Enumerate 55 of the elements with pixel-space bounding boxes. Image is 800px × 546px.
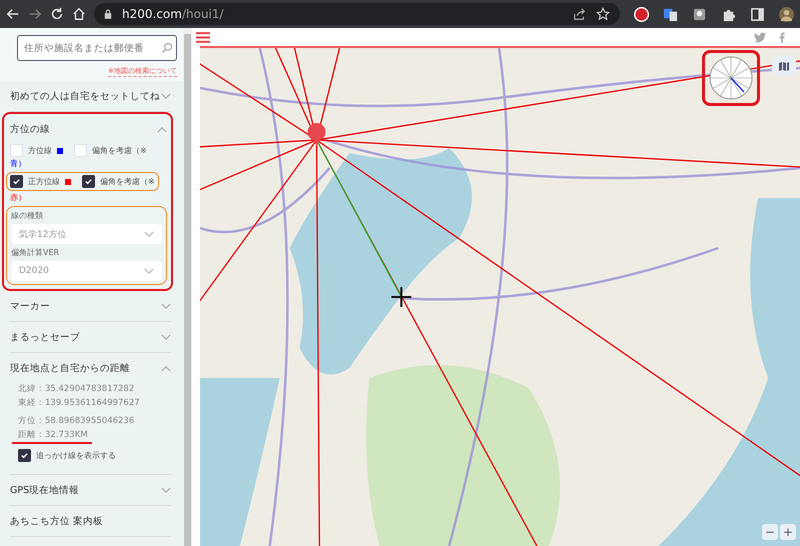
checkbox-label: 正方位線: [28, 176, 60, 187]
checkbox-label: 偏角を考慮（※: [92, 145, 147, 156]
checkbox-label: 追っかけ線を表示する: [36, 450, 116, 461]
checkbox-label: 偏角を考慮（※: [100, 176, 155, 187]
layers-button[interactable]: [772, 56, 796, 76]
note-text: 赤）: [10, 192, 27, 203]
url-text: h200.com/houi1/: [122, 7, 224, 21]
section-header[interactable]: 現在地点と自宅からの距離: [10, 353, 171, 383]
chevron-icon: [161, 92, 171, 100]
check-icon: [20, 451, 29, 460]
select-label: 偏角計算VER: [11, 247, 60, 258]
check-icon: [12, 177, 21, 186]
check-icon: [84, 177, 93, 186]
section-header[interactable]: 方位の線: [10, 114, 167, 144]
back-icon[interactable]: [6, 7, 20, 21]
side-panel-icon[interactable]: [750, 6, 765, 22]
address-bar[interactable]: h200.com/houi1/: [94, 3, 620, 25]
forward-icon[interactable]: [28, 7, 42, 21]
note-text: 青）: [10, 158, 27, 169]
section-header[interactable]: あちこち方位 案内板: [10, 506, 171, 536]
folded-map-icon: [778, 61, 790, 71]
select-label: 線の種類: [11, 210, 44, 221]
translate-extension-icon[interactable]: [663, 6, 678, 22]
share-icon[interactable]: [572, 7, 586, 21]
zoom-button[interactable]: +: [780, 524, 796, 540]
checkbox[interactable]: [82, 175, 95, 188]
section-header[interactable]: GPS現在地情報: [10, 475, 171, 505]
search-field[interactable]: 住所や施設名または郵便番: [17, 35, 177, 61]
info-text: 距離：32.733KM: [18, 429, 89, 441]
chevron-icon: [161, 302, 171, 310]
scrollbar[interactable]: [183, 28, 192, 546]
zoom-button[interactable]: −: [762, 524, 778, 540]
chevron-icon: [161, 334, 171, 340]
chevron-icon: [144, 268, 154, 274]
home-icon[interactable]: [72, 7, 86, 21]
chevron-icon: [157, 126, 167, 132]
star-icon[interactable]: [596, 7, 610, 21]
chevron-icon: [161, 364, 171, 372]
info-text: 方位：58.89683955046236: [18, 415, 136, 427]
menu-icon[interactable]: [196, 30, 210, 44]
extension-icon[interactable]: [692, 6, 707, 22]
reload-icon[interactable]: [50, 7, 64, 21]
info-text: 北緯：35.42904783817282: [18, 383, 136, 395]
avatar-icon[interactable]: [779, 6, 794, 22]
chevron-icon: [144, 230, 154, 238]
section-header[interactable]: 初めての人は自宅をセットしてね: [10, 81, 171, 111]
compass-wheel-icon[interactable]: [709, 56, 753, 100]
chevron-icon: [161, 486, 171, 494]
lock-icon: [104, 9, 112, 19]
checkbox-label: 方位線: [28, 145, 52, 156]
section-header[interactable]: マーカー: [10, 291, 171, 321]
checkbox[interactable]: [10, 175, 23, 188]
info-text: 東経：139.95361164997627: [18, 397, 141, 409]
section-header[interactable]: まるっとセーブ: [10, 322, 171, 352]
checkbox[interactable]: [18, 449, 31, 462]
